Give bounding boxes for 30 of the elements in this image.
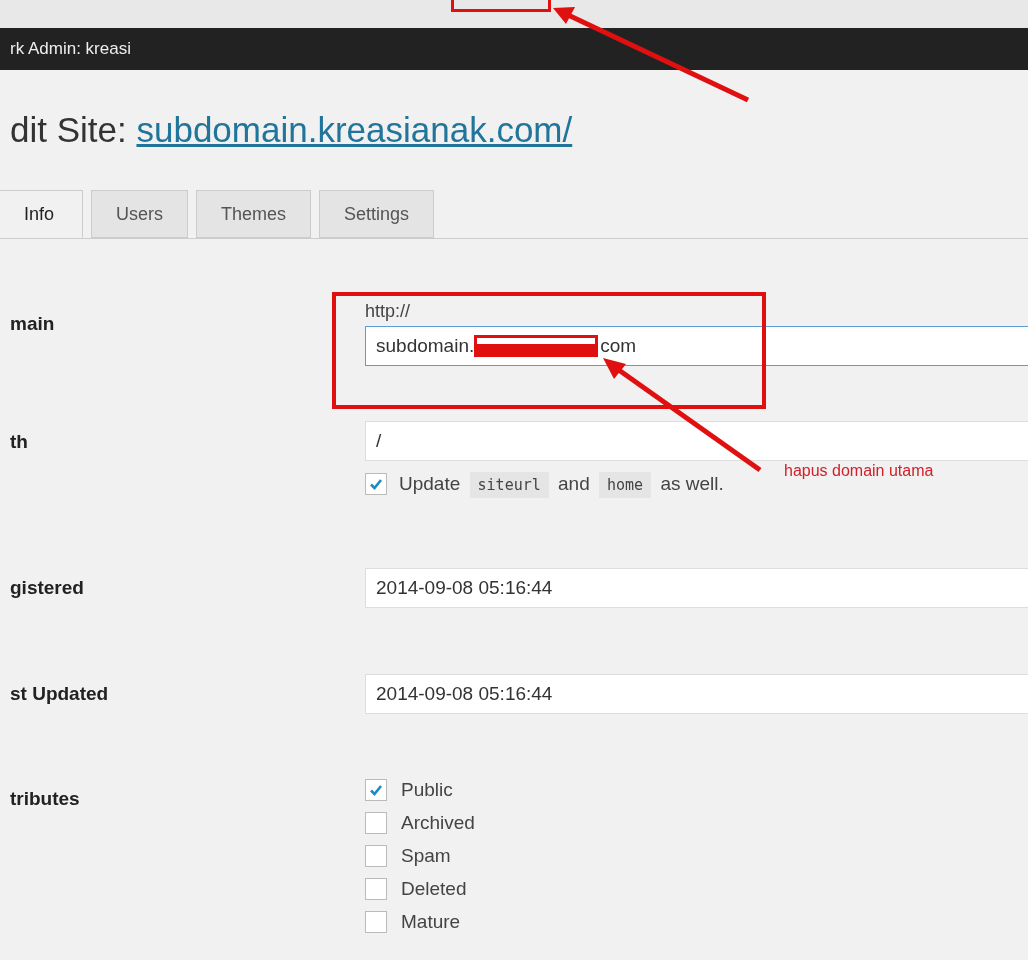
last-updated-field[interactable]: 2014-09-08 05:16:44 — [365, 674, 1028, 714]
checkbox-label: Deleted — [401, 878, 467, 900]
admin-bar-title[interactable]: rk Admin: kreasi — [10, 39, 131, 59]
checkbox-label: Public — [401, 779, 453, 801]
checkbox-label: Archived — [401, 812, 475, 834]
checkbox[interactable] — [365, 845, 387, 867]
checkbox[interactable] — [365, 911, 387, 933]
checkbox-label: Spam — [401, 845, 451, 867]
domain-field[interactable]: subdomain. com — [365, 326, 1028, 366]
field-label: tributes — [10, 788, 81, 811]
tab[interactable]: Themes — [196, 190, 312, 238]
annotation-text: hapus domain utama — [784, 462, 934, 480]
checkbox[interactable] — [365, 473, 387, 495]
checkbox[interactable] — [365, 812, 387, 834]
checkbox[interactable] — [365, 878, 387, 900]
field-label: main — [10, 313, 56, 336]
tab[interactable]: Users — [91, 190, 189, 238]
path-field[interactable]: / — [365, 421, 1028, 461]
url-prefix: http:// — [365, 301, 412, 322]
checkbox-label: Update siteurl and home as well. — [399, 473, 724, 495]
checkbox[interactable] — [365, 779, 387, 801]
tab[interactable]: Info — [0, 190, 84, 238]
field-label: st Updated — [10, 683, 110, 706]
checkbox-label: Mature — [401, 911, 461, 933]
page-heading: dit Site: — [10, 110, 128, 149]
field-label: th — [10, 431, 29, 454]
tab[interactable]: Settings — [319, 190, 435, 238]
site-link[interactable]: subdomain.kreasianak.com/ — [136, 110, 573, 149]
field-label: gistered — [10, 577, 85, 600]
registered-field[interactable]: 2014-09-08 05:16:44 — [365, 568, 1028, 608]
